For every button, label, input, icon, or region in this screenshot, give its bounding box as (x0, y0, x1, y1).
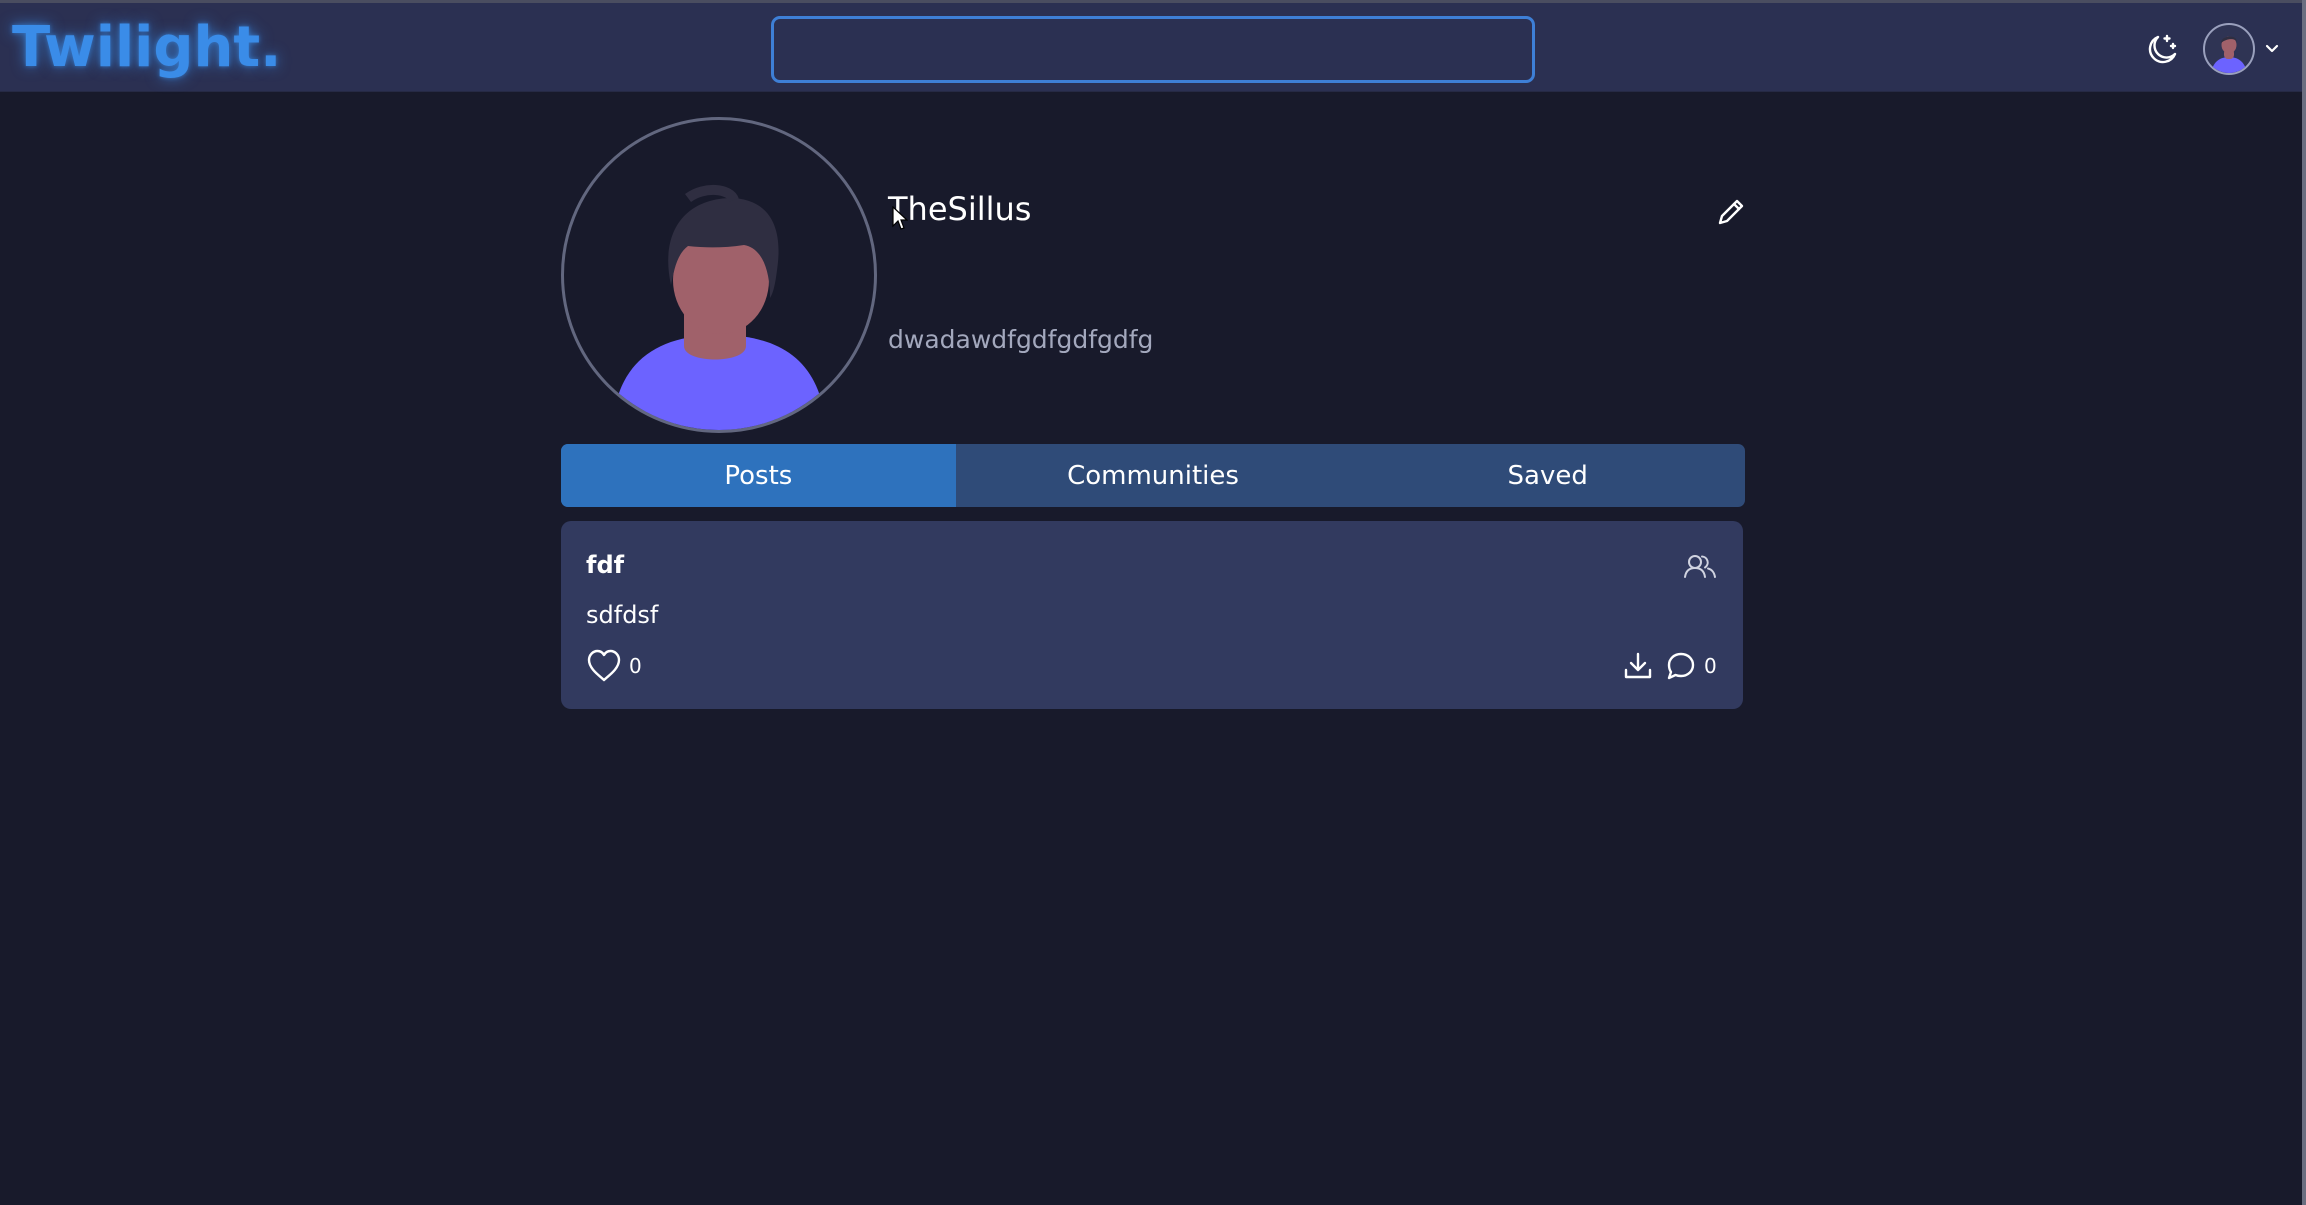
chevron-down-icon (2265, 44, 2279, 53)
like-button[interactable] (586, 649, 622, 683)
tab-posts[interactable]: Posts (561, 444, 956, 507)
post-body: sdfdsf (586, 601, 659, 629)
comment-button[interactable] (1666, 651, 1696, 681)
download-icon (1624, 652, 1652, 679)
profile-avatar (561, 117, 877, 433)
post-card[interactable]: fdf sdfdsf 0 0 (561, 521, 1743, 709)
download-button[interactable] (1622, 650, 1654, 682)
heart-icon (587, 649, 621, 682)
app-logo[interactable]: Twilight. (12, 15, 281, 80)
scrollbar-track[interactable] (2302, 0, 2306, 1205)
comment-count: 0 (1704, 654, 1717, 678)
search-input[interactable] (771, 16, 1535, 83)
tab-saved[interactable]: Saved (1350, 444, 1745, 507)
theme-toggle-button[interactable] (2145, 31, 2181, 67)
moon-stars-icon (2148, 34, 2177, 64)
pencil-icon (1718, 199, 1744, 225)
edit-profile-button[interactable] (1715, 196, 1747, 228)
community-icon[interactable] (1683, 553, 1717, 579)
post-title[interactable]: fdf (586, 551, 624, 579)
mouse-cursor-icon (892, 206, 908, 230)
user-menu-button[interactable] (2203, 23, 2279, 77)
tab-communities[interactable]: Communities (956, 444, 1351, 507)
like-count: 0 (629, 654, 642, 678)
avatar-icon (2203, 23, 2255, 75)
profile-bio: dwadawdfgdfgdfgdfg (888, 325, 1154, 354)
top-navbar: Twilight. (0, 0, 2306, 92)
comment-icon (1667, 652, 1695, 680)
profile-tabs: Posts Communities Saved (561, 444, 1745, 507)
profile-username: TheSillus (888, 190, 1032, 228)
